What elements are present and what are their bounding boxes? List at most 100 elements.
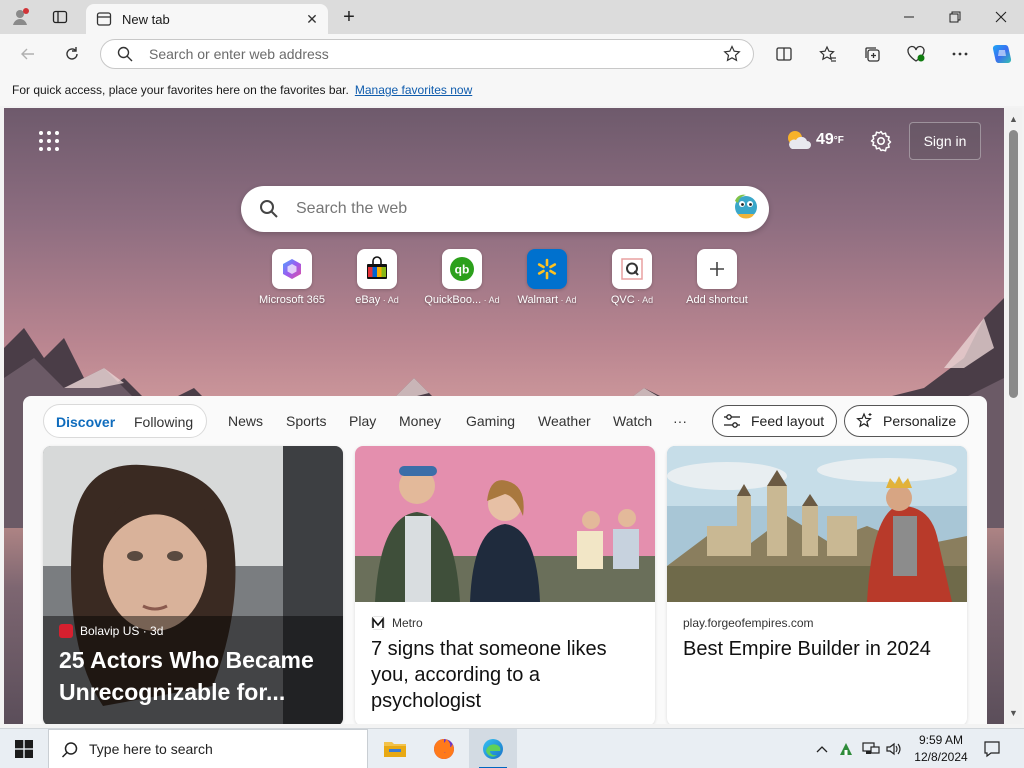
manage-favorites-link[interactable]: Manage favorites now xyxy=(355,83,472,97)
toolbar: Search or enter web address xyxy=(0,34,1024,74)
metro-logo-icon xyxy=(371,616,385,630)
edge-icon[interactable] xyxy=(469,729,517,768)
copilot-icon[interactable] xyxy=(986,38,1018,70)
nav-watch[interactable]: Watch xyxy=(613,413,652,429)
web-search-box[interactable]: Search the web xyxy=(241,186,769,232)
collections-icon[interactable] xyxy=(856,38,888,70)
notifications-icon[interactable] xyxy=(980,729,1004,768)
shortcut-add[interactable]: Add shortcut xyxy=(674,249,760,306)
tab-following[interactable]: Following xyxy=(134,414,193,430)
shortcut-microsoft-365[interactable]: Microsoft 365 xyxy=(249,249,335,306)
article-source: Bolavip US · 3d xyxy=(59,624,163,638)
sliders-icon xyxy=(724,414,740,428)
back-icon[interactable] xyxy=(12,38,44,70)
taskbar: Type here to search 9:59 AM 12/8/2024 xyxy=(0,728,1024,768)
microsoft-365-icon xyxy=(283,259,301,279)
feed-nav: Discover Following News Sports Play Mone… xyxy=(23,402,987,438)
refresh-icon[interactable] xyxy=(56,38,88,70)
nav-gaming[interactable]: Gaming xyxy=(466,413,515,429)
plus-icon xyxy=(710,262,724,276)
article-title[interactable]: 7 signs that someone likes you, accordin… xyxy=(371,636,641,714)
news-feed: Discover Following News Sports Play Mone… xyxy=(23,396,987,724)
nav-weather[interactable]: Weather xyxy=(538,413,591,429)
shortcut-walmart[interactable]: Walmart · Ad xyxy=(504,249,590,306)
add-favorite-star-icon[interactable] xyxy=(723,45,741,63)
taskbar-search-box[interactable]: Type here to search xyxy=(48,729,368,768)
feed-tab-switcher: Discover Following xyxy=(43,404,207,438)
network-status-icon[interactable] xyxy=(836,729,856,768)
source-text: Bolavip US · 3d xyxy=(80,624,164,638)
shortcut-ad-tag: · Ad xyxy=(380,295,399,305)
file-explorer-icon[interactable] xyxy=(371,729,419,768)
new-tab-button[interactable]: + xyxy=(336,0,362,34)
favorites-icon[interactable] xyxy=(812,38,844,70)
browser-essentials-icon[interactable] xyxy=(900,38,932,70)
restore-icon[interactable] xyxy=(938,0,972,34)
address-placeholder: Search or enter web address xyxy=(149,46,329,62)
nav-more[interactable]: ··· xyxy=(673,413,687,429)
nav-money[interactable]: Money xyxy=(399,413,441,429)
svg-text:qb: qb xyxy=(455,263,470,277)
personalize-button[interactable]: Personalize xyxy=(844,405,970,437)
sign-in-button[interactable]: Sign in xyxy=(909,122,981,160)
quickbooks-icon: qb xyxy=(450,257,474,281)
article-source: play.forgeofempires.com xyxy=(683,616,814,630)
address-bar[interactable]: Search or enter web address xyxy=(100,39,754,69)
weather-temp: 49 xyxy=(816,131,834,148)
article-title[interactable]: 25 Actors Who Became Unrecognizable for.… xyxy=(59,644,329,708)
scrollbar-thumb[interactable] xyxy=(1009,130,1018,398)
close-tab-icon[interactable]: ✕ xyxy=(304,11,320,27)
nav-play[interactable]: Play xyxy=(349,413,376,429)
shortcut-label: QuickBoo... xyxy=(424,294,482,306)
windows-start-icon[interactable] xyxy=(0,729,48,768)
ad-image-empire-castle xyxy=(667,446,967,602)
partly-cloudy-icon xyxy=(788,131,811,149)
page-scrollbar[interactable]: ▲ ▼ xyxy=(1005,108,1022,724)
shortcut-qvc[interactable]: QVC · Ad xyxy=(589,249,675,306)
shortcut-label: Add shortcut xyxy=(686,294,748,306)
tab-new-tab[interactable]: New tab ✕ xyxy=(86,4,328,34)
shortcut-label: Walmart xyxy=(517,294,559,306)
new-tab-page: 49 °F Sign in Search the web Microsoft 36… xyxy=(4,108,1004,724)
minimize-icon[interactable] xyxy=(892,0,926,34)
article-source: Metro xyxy=(371,616,423,630)
gear-icon[interactable] xyxy=(870,130,892,152)
shortcut-tiles: Microsoft 365 eBay · Ad qb QuickBoo... ·… xyxy=(244,249,774,311)
nav-sports[interactable]: Sports xyxy=(286,413,326,429)
source-text: Metro xyxy=(392,616,423,630)
sparkle-star-icon xyxy=(856,412,872,428)
search-icon xyxy=(61,742,78,758)
shortcut-label: eBay xyxy=(355,294,381,306)
tab-discover[interactable]: Discover xyxy=(56,414,115,430)
ethernet-icon[interactable] xyxy=(860,729,882,768)
nav-news[interactable]: News xyxy=(228,413,263,429)
news-card[interactable]: play.forgeofempires.com Best Empire Buil… xyxy=(667,446,967,724)
shortcut-quickbooks[interactable]: qb QuickBoo... · Ad xyxy=(419,249,505,306)
scroll-down-icon[interactable]: ▼ xyxy=(1008,708,1019,718)
more-options-icon[interactable] xyxy=(944,38,976,70)
close-window-icon[interactable] xyxy=(984,0,1018,34)
shortcut-ad-tag: · Ad xyxy=(481,295,500,305)
ebay-shopping-bag-icon xyxy=(367,256,387,279)
qvc-icon xyxy=(621,258,643,280)
scroll-up-icon[interactable]: ▲ xyxy=(1008,114,1019,124)
system-clock[interactable]: 9:59 AM 12/8/2024 xyxy=(906,732,976,766)
weather-widget[interactable]: 49 °F xyxy=(784,128,844,152)
volume-icon[interactable] xyxy=(884,729,904,768)
split-screen-icon[interactable] xyxy=(768,38,800,70)
show-hidden-icons-icon[interactable] xyxy=(812,729,832,768)
news-card[interactable]: Metro 7 signs that someone likes you, ac… xyxy=(355,446,655,724)
feed-layout-button[interactable]: Feed layout xyxy=(712,405,838,437)
profile-icon[interactable] xyxy=(6,0,36,34)
shortcut-label: Microsoft 365 xyxy=(258,294,326,306)
shortcut-ebay[interactable]: eBay · Ad xyxy=(334,249,420,306)
article-title[interactable]: Best Empire Builder in 2024 xyxy=(683,636,953,662)
favorites-hint-text: For quick access, place your favorites h… xyxy=(12,83,349,97)
news-card[interactable]: Bolavip US · 3d 25 Actors Who Became Unr… xyxy=(43,446,343,724)
favorites-bar-hint: For quick access, place your favorites h… xyxy=(0,74,1024,106)
source-text: play.forgeofempires.com xyxy=(683,616,814,630)
tab-actions-icon[interactable] xyxy=(44,0,76,34)
apps-launcher-icon[interactable] xyxy=(38,130,60,152)
firefox-icon[interactable] xyxy=(420,729,468,768)
copilot-character-icon[interactable] xyxy=(729,192,763,226)
